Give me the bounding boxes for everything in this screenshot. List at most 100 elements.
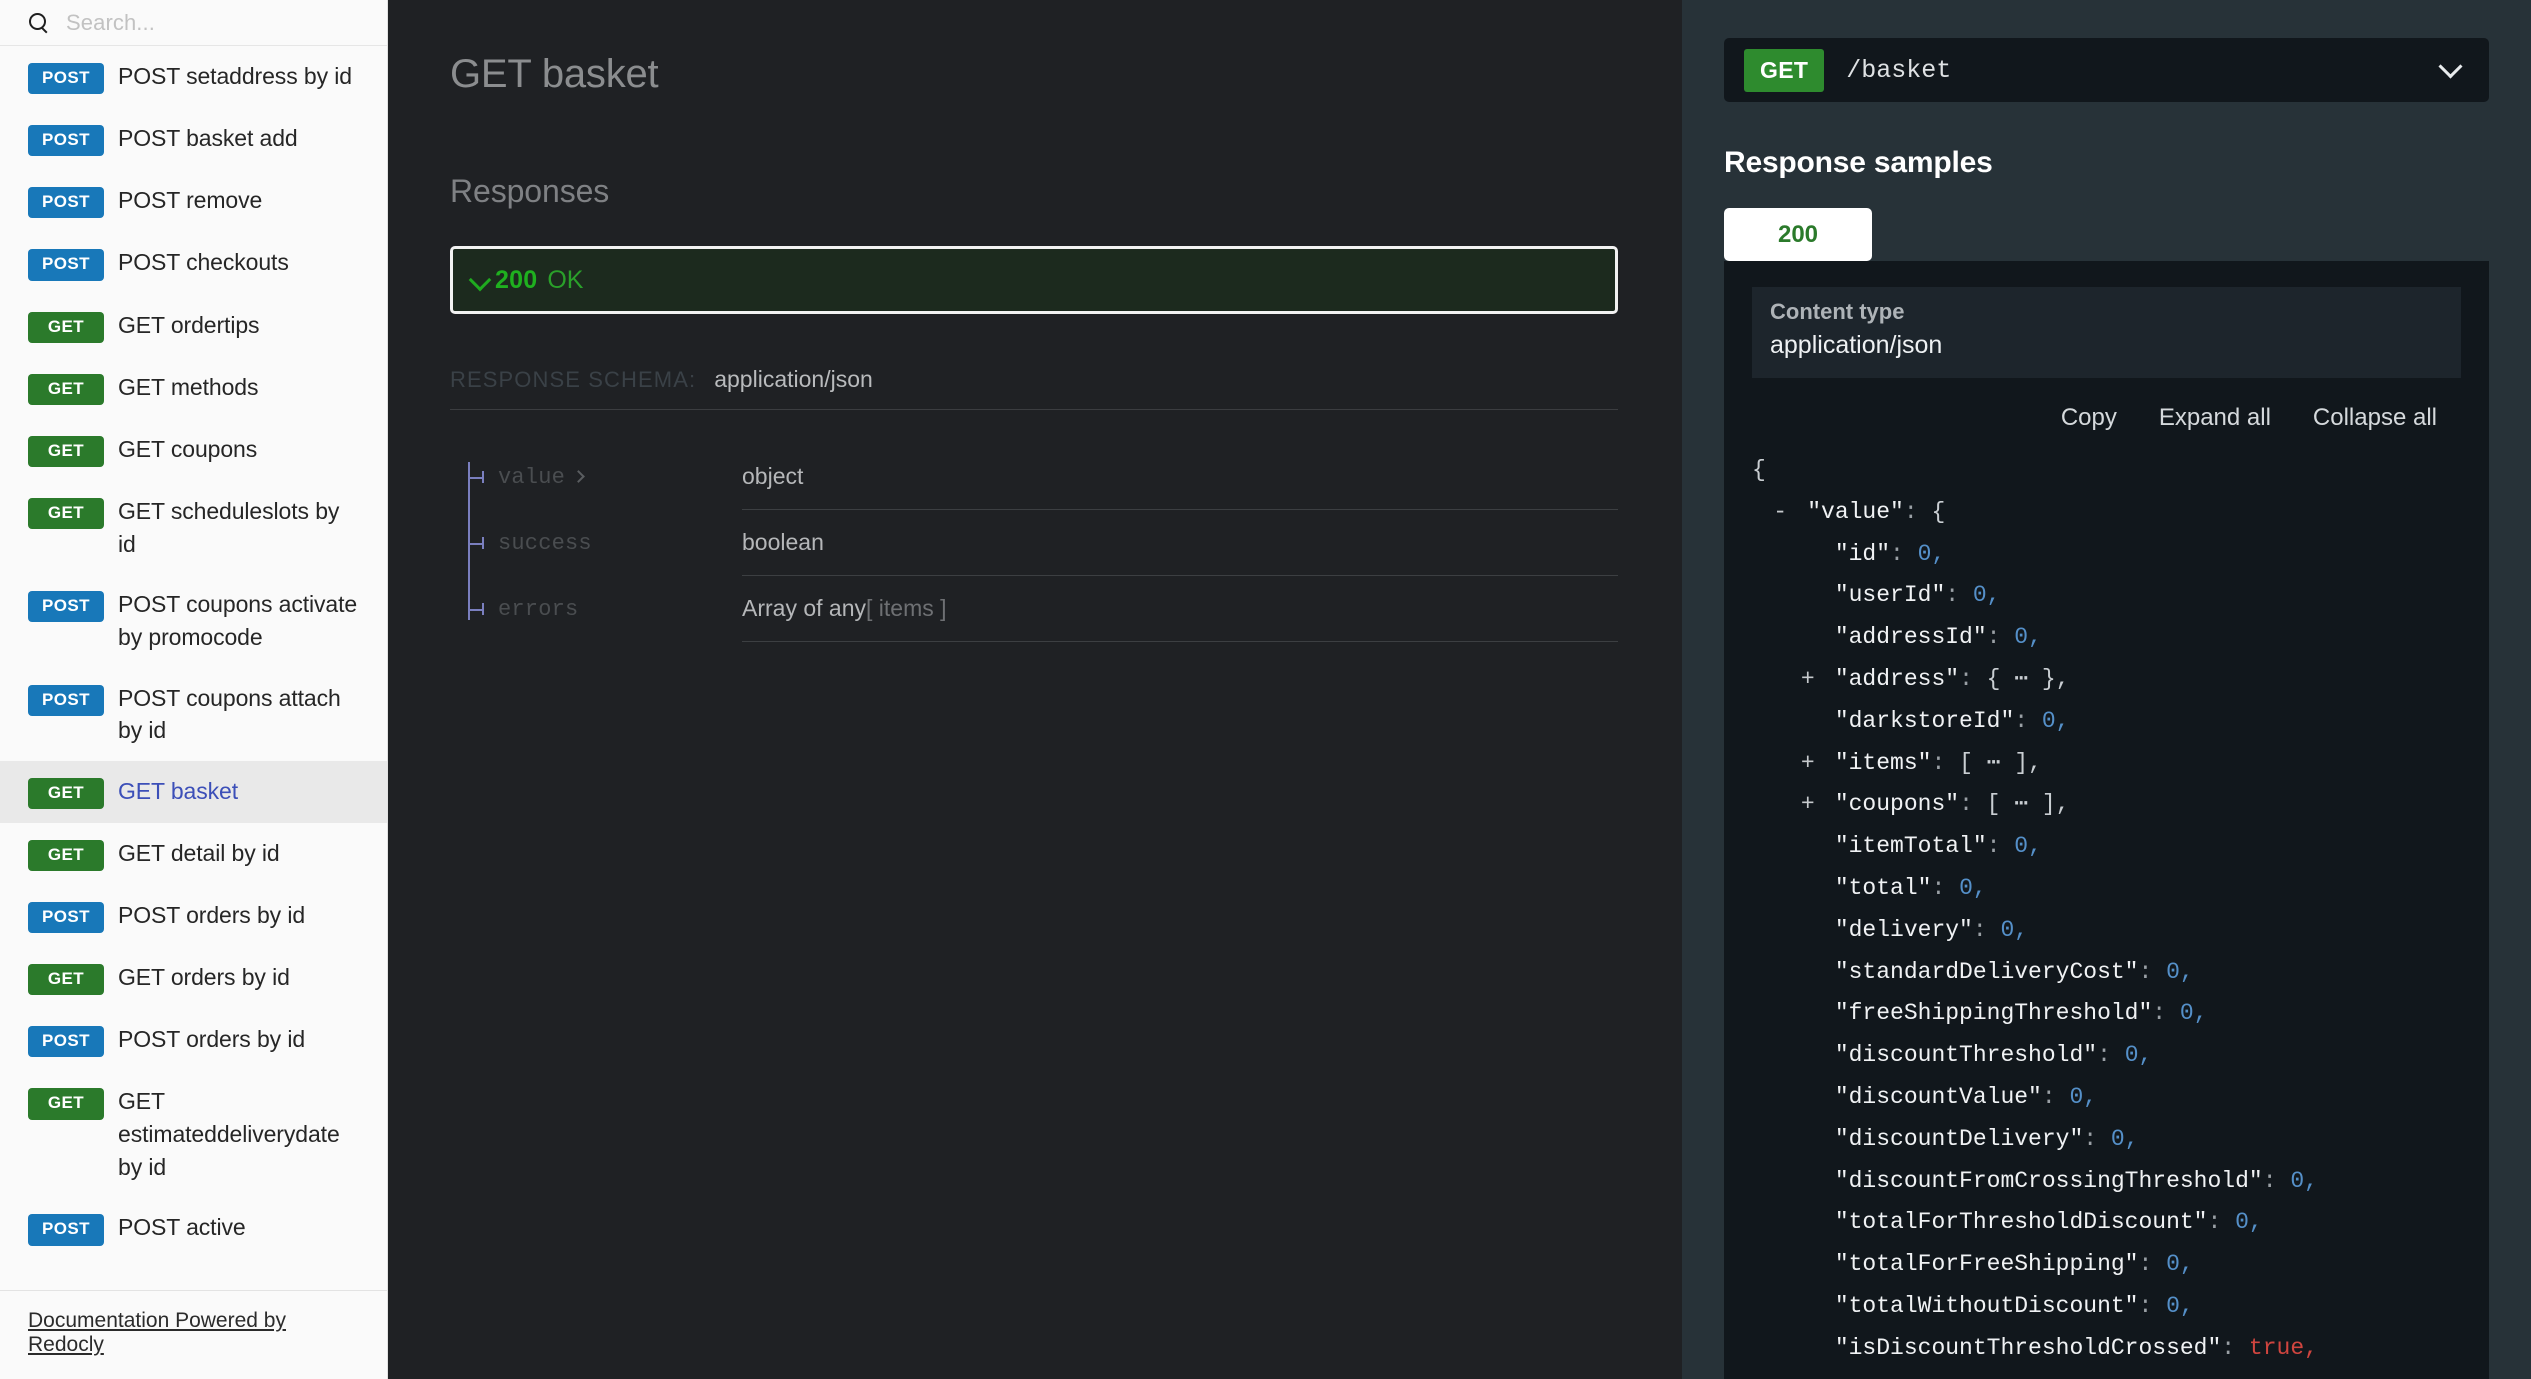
json-colon: :: [2138, 1292, 2167, 1319]
json-key: "id": [1834, 540, 1891, 567]
search-input[interactable]: [66, 9, 361, 36]
json-value: 0,: [2069, 1083, 2098, 1110]
chevron-right-icon[interactable]: [572, 469, 585, 483]
collapse-all-button[interactable]: Collapse all: [2313, 404, 2437, 432]
sidebar-item-0[interactable]: POST POST setaddress by id: [0, 46, 387, 108]
sidebar-item-16[interactable]: POST POST active: [0, 1197, 387, 1259]
json-colon: :: [2138, 1251, 2167, 1278]
expand-all-button[interactable]: Expand all: [2159, 404, 2271, 432]
json-key: "addressId": [1834, 624, 1987, 651]
expand-toggle-icon[interactable]: +: [1801, 659, 1835, 701]
copy-button[interactable]: Copy: [2061, 404, 2117, 432]
method-badge-post: POST: [28, 591, 104, 623]
endpoint-selector[interactable]: GET /basket: [1724, 38, 2489, 102]
sidebar-item-8[interactable]: POST POST coupons activate by promocode: [0, 574, 387, 667]
sidebar-item-10[interactable]: GET GET basket: [0, 760, 387, 823]
json-line: "id": 0,: [1752, 534, 2461, 576]
json-key: "isDiscountThresholdCrossed": [1834, 1334, 2222, 1361]
sidebar-item-7[interactable]: GET GET scheduleslots by id: [0, 481, 387, 574]
sidebar-item-15[interactable]: GET GET estimateddeliverydate by id: [0, 1071, 387, 1197]
response-sample-body: Content type application/json Copy Expan…: [1724, 261, 2489, 1379]
sidebar-item-3[interactable]: POST POST checkouts: [0, 232, 387, 294]
json-colon: :: [2152, 1000, 2180, 1027]
json-key: "totalWithoutDiscount": [1834, 1292, 2139, 1319]
json-line: "standardDeliveryCost": 0,: [1752, 952, 2461, 994]
sidebar-item-14[interactable]: POST POST orders by id: [0, 1009, 387, 1071]
schema-row-type: Array of any [ items ]: [742, 576, 1618, 642]
schema-property-names: value success errors: [450, 444, 742, 642]
schema-property-type: Array of any: [742, 595, 866, 621]
json-colon: :: [1986, 833, 2015, 860]
endpoint-path: /basket: [1846, 55, 1952, 85]
json-value: {: [1931, 498, 1946, 525]
json-key: "address": [1834, 665, 1960, 692]
json-value: 0,: [2014, 624, 2042, 651]
sidebar-item-label: POST remove: [118, 187, 263, 214]
sidebar-item-12[interactable]: POST POST orders by id: [0, 885, 387, 947]
json-colon: :: [1931, 749, 1960, 776]
json-line: "discountFromCrossingThreshold": 0,: [1752, 1161, 2461, 1203]
json-line: "darkstoreId": 0,: [1752, 701, 2461, 743]
sidebar-footer: Documentation Powered by Redocly: [0, 1290, 387, 1379]
sidebar-item-1[interactable]: POST POST basket add: [0, 108, 387, 170]
json-viewer: { - "value": { "id": 0, "userId": 0, "ad…: [1752, 450, 2461, 1379]
json-key: "total": [1834, 874, 1932, 901]
json-colon: :: [2041, 1083, 2070, 1110]
sidebar-item-5[interactable]: GET GET methods: [0, 357, 387, 419]
sidebar-item-11[interactable]: GET GET detail by id: [0, 823, 387, 885]
json-line: "isDiscountThresholdCrossed": true,: [1752, 1328, 2461, 1370]
sidebar-item-label: GET estimateddeliverydate by id: [118, 1088, 340, 1180]
sidebar-item-label: GET orders by id: [118, 964, 290, 991]
json-line: + "coupons": [ ⋯ ],: [1752, 784, 2461, 826]
schema-row-name[interactable]: value: [468, 444, 742, 510]
sidebar-item-6[interactable]: GET GET coupons: [0, 419, 387, 481]
json-key: "itemTotal": [1834, 833, 1987, 860]
json-value: [ ⋯ ],: [1959, 749, 2042, 776]
sidebar-item-label: POST active: [118, 1214, 246, 1241]
schema-property-name: success: [498, 530, 592, 556]
samples-panel: GET /basket Response samples 200 Content…: [1682, 0, 2531, 1379]
powered-by-link[interactable]: Documentation Powered by Redocly: [28, 1309, 286, 1356]
json-line: "discountDelivery": 0,: [1752, 1119, 2461, 1161]
json-colon: :: [2097, 1042, 2125, 1069]
sidebar-item-9[interactable]: POST POST coupons attach by id: [0, 668, 387, 761]
method-badge-get: GET: [28, 373, 104, 405]
schema-row-name: errors: [468, 576, 742, 642]
json-value: 0,: [2235, 1209, 2263, 1236]
sidebar-item-13[interactable]: GET GET orders by id: [0, 947, 387, 1009]
response-200-accordion[interactable]: 200 OK: [450, 246, 1618, 314]
json-key: "items": [1834, 749, 1932, 776]
json-key: "userId": [1834, 582, 1946, 609]
response-status-text: OK: [547, 265, 584, 294]
response-schema-label: RESPONSE SCHEMA:: [450, 367, 697, 392]
json-key: "discountThreshold": [1834, 1042, 2098, 1069]
expand-toggle-icon[interactable]: +: [1801, 743, 1835, 785]
search-bar[interactable]: [0, 0, 387, 46]
chevron-down-icon[interactable]: [2438, 53, 2463, 79]
sidebar-item-label: GET ordertips: [118, 311, 260, 338]
expand-toggle-icon[interactable]: +: [1801, 784, 1835, 826]
json-key: "discountValue": [1834, 1083, 2042, 1110]
sidebar-item-4[interactable]: GET GET ordertips: [0, 295, 387, 357]
json-colon: :: [2014, 707, 2042, 734]
collapse-toggle-icon[interactable]: -: [1773, 492, 1807, 534]
json-key: "discountDelivery": [1834, 1125, 2084, 1152]
endpoint-method-badge: GET: [1744, 48, 1825, 92]
schema-property-type-suffix: [ items ]: [866, 595, 947, 621]
sidebar-item-label: POST setaddress by id: [118, 63, 352, 89]
content-type-value[interactable]: application/json: [1770, 331, 2443, 360]
tab-200[interactable]: 200: [1724, 208, 1872, 261]
sidebar-item-2[interactable]: POST POST remove: [0, 170, 387, 232]
